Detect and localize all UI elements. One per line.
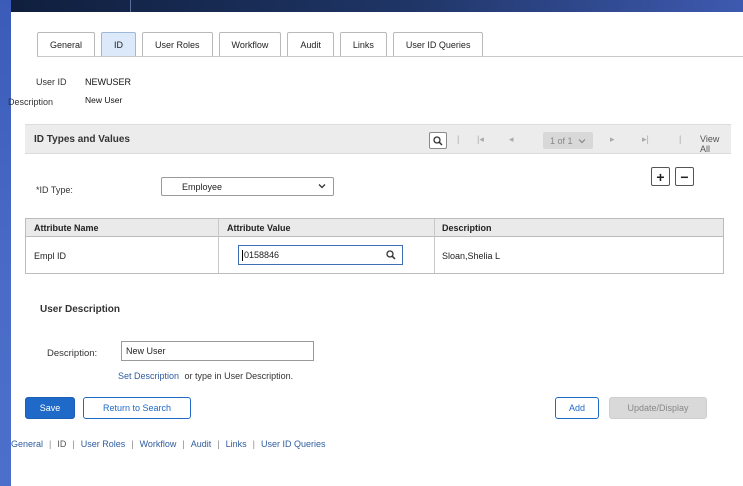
add-button[interactable]: Add xyxy=(555,397,599,419)
tab-id[interactable]: ID xyxy=(101,32,137,57)
text-cursor xyxy=(242,249,243,261)
grid-header-row xyxy=(26,219,723,237)
delete-row-button[interactable]: − xyxy=(675,167,694,186)
id-type-select[interactable]: Employee xyxy=(161,177,334,196)
top-banner xyxy=(0,0,743,12)
footer-separator: | xyxy=(72,439,75,449)
footer-separator: | xyxy=(217,439,220,449)
first-page-icon[interactable]: |◂ xyxy=(477,134,484,145)
nav-separator-icon: | xyxy=(457,134,460,144)
tab-user-id-queries[interactable]: User ID Queries xyxy=(392,32,484,57)
save-button[interactable]: Save xyxy=(25,397,75,419)
footer-link-general[interactable]: General xyxy=(11,439,43,449)
nav-separator-icon: | xyxy=(679,134,682,144)
footer-separator: | xyxy=(131,439,134,449)
grid-search-button[interactable] xyxy=(429,132,447,149)
tab-links[interactable]: Links xyxy=(339,32,387,57)
footer-links: General | ID | User Roles | Workflow | A… xyxy=(11,439,326,449)
description-label: Description xyxy=(8,97,54,107)
return-to-search-button[interactable]: Return to Search xyxy=(83,397,191,419)
plus-icon: + xyxy=(656,168,665,185)
tab-workflow[interactable]: Workflow xyxy=(218,32,282,57)
attribute-grid: Attribute Name Attribute Value Descripti… xyxy=(25,218,724,274)
page-select-value: 1 of 1 xyxy=(550,135,573,146)
prev-page-icon[interactable]: ◂ xyxy=(509,134,514,145)
footer-separator: | xyxy=(49,439,52,449)
user-id-label: User ID xyxy=(36,77,67,87)
user-description-label: Description: xyxy=(47,348,98,359)
attribute-value-input[interactable]: 0158846 xyxy=(238,245,403,265)
minus-icon: − xyxy=(680,168,689,185)
grid-header-attribute-name: Attribute Name xyxy=(34,223,99,233)
user-id-value: NEWUSER xyxy=(85,77,132,87)
footer-link-links[interactable]: Links xyxy=(226,439,247,449)
grid-column-divider xyxy=(434,219,435,273)
chevron-down-icon xyxy=(578,138,585,143)
cell-attribute-name: Empl ID xyxy=(34,251,67,261)
grid-column-divider xyxy=(218,219,219,273)
grid-header-attribute-value: Attribute Value xyxy=(227,223,291,233)
banner-divider xyxy=(130,0,131,12)
id-type-label: *ID Type: xyxy=(36,185,73,195)
next-page-icon[interactable]: ▸ xyxy=(610,134,615,145)
page-content: General ID User Roles Workflow Audit Lin… xyxy=(8,12,743,486)
tab-audit[interactable]: Audit xyxy=(287,32,334,57)
grid-header-description: Description xyxy=(442,223,492,233)
footer-link-audit[interactable]: Audit xyxy=(191,439,212,449)
id-types-title: ID Types and Values xyxy=(34,134,130,145)
user-description-input[interactable]: New User xyxy=(121,341,314,361)
left-edge-strip xyxy=(0,0,11,486)
footer-link-user-id-queries[interactable]: User ID Queries xyxy=(261,439,326,449)
footer-separator: | xyxy=(182,439,185,449)
page-select[interactable]: 1 of 1 xyxy=(543,132,593,149)
footer-link-id[interactable]: ID xyxy=(57,439,66,449)
view-all-link[interactable]: View All xyxy=(700,134,731,154)
add-row-button[interactable]: + xyxy=(651,167,670,186)
footer-link-workflow[interactable]: Workflow xyxy=(140,439,177,449)
attribute-value-text: 0158846 xyxy=(244,250,280,260)
tab-bar: General ID User Roles Workflow Audit Lin… xyxy=(37,32,489,57)
user-description-value: New User xyxy=(126,346,166,356)
last-page-icon[interactable]: ▸| xyxy=(642,134,649,145)
footer-separator: | xyxy=(252,439,255,449)
id-types-header: ID Types and Values | |◂ ◂ 1 of 1 ▸ ▸| |… xyxy=(25,124,731,154)
id-type-value: Employee xyxy=(182,181,223,192)
set-description-link[interactable]: Set Description xyxy=(118,371,179,381)
cell-description: Sloan,Shelia L xyxy=(442,251,501,261)
tab-general[interactable]: General xyxy=(37,32,96,57)
set-description-row: Set Description or type in User Descript… xyxy=(118,371,293,381)
search-icon[interactable] xyxy=(386,250,396,260)
user-description-title: User Description xyxy=(40,304,121,315)
chevron-down-icon xyxy=(318,184,326,189)
footer-link-user-roles[interactable]: User Roles xyxy=(81,439,126,449)
search-icon xyxy=(433,135,443,146)
update-display-button: Update/Display xyxy=(609,397,707,419)
tab-bar-baseline xyxy=(37,56,743,57)
description-value: New User xyxy=(85,95,123,105)
tab-user-roles[interactable]: User Roles xyxy=(142,32,213,57)
set-description-hint: or type in User Description. xyxy=(184,371,294,381)
